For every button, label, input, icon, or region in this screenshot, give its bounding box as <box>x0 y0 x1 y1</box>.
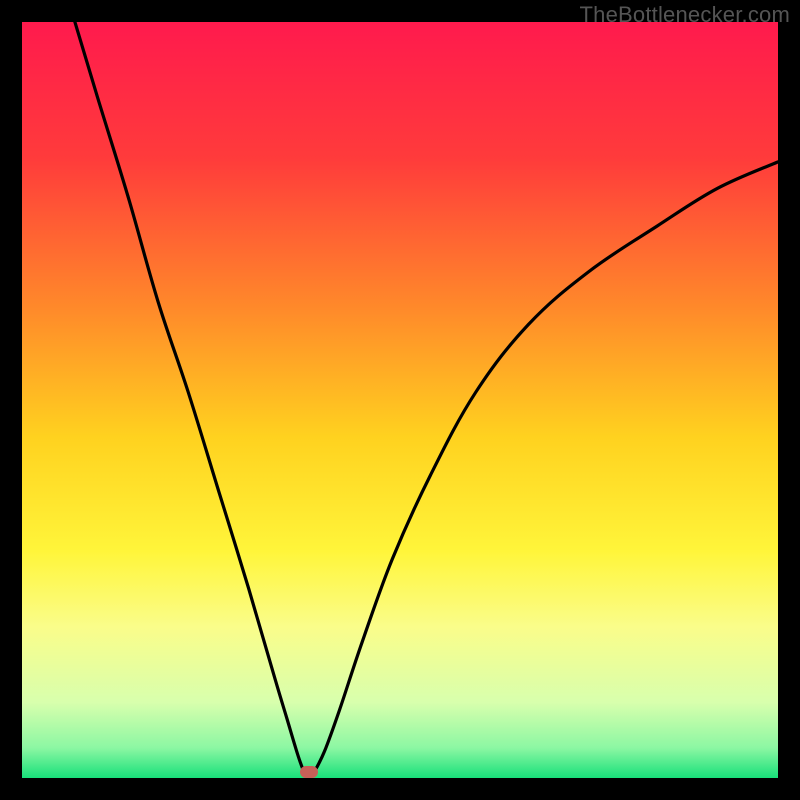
chart-area <box>22 22 778 778</box>
left-branch-line <box>75 22 305 774</box>
right-branch-line <box>313 162 778 774</box>
curve-layer <box>22 22 778 778</box>
watermark-text: TheBottlenecker.com <box>580 2 790 28</box>
data-marker <box>300 766 318 778</box>
